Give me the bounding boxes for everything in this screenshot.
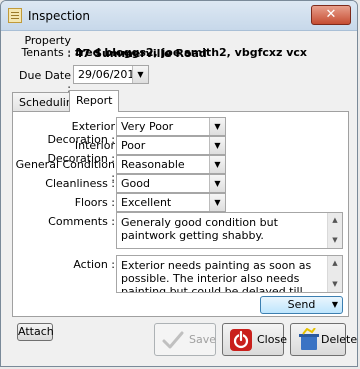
chevron-down-icon[interactable]: ▼ (209, 156, 225, 173)
window-close-button[interactable]: ✕ (311, 5, 351, 25)
action-scrollbar[interactable]: ▲ ▼ (327, 256, 342, 292)
trash-icon (299, 328, 319, 350)
action-label: Action : (73, 258, 115, 271)
attach-button[interactable]: Attach (17, 323, 54, 341)
inspection-window: Inspection ✕ Property :47 Summerville Ro… (0, 0, 358, 367)
exterior-value: Very Poor (121, 120, 174, 133)
tab-report-label: Report (76, 94, 113, 107)
tenants-value: fred bloggs2, joe smith2, vbgfcxz vcx (75, 46, 308, 59)
power-icon (230, 329, 252, 351)
title-bar[interactable]: Inspection ✕ (1, 1, 357, 31)
document-icon (8, 8, 22, 23)
cleanliness-value: Good (121, 177, 150, 190)
send-button[interactable]: Send ▼ (260, 296, 343, 314)
interior-select[interactable]: Poor ▼ (116, 136, 226, 155)
close-button[interactable]: Close (222, 323, 287, 356)
save-label: Save (189, 333, 217, 346)
window-title: Inspection (28, 9, 90, 23)
floors-label: Floors : (74, 196, 115, 209)
checkmark-icon (162, 331, 184, 349)
send-label: Send (287, 298, 316, 311)
cleanliness-select[interactable]: Good ▼ (116, 174, 226, 193)
general-select[interactable]: Reasonable ▼ (116, 155, 226, 174)
action-textarea[interactable]: Exterior needs painting as soon as possi… (116, 255, 343, 293)
comments-label: Comments : (48, 215, 115, 228)
chevron-down-icon[interactable]: ▼ (209, 175, 225, 192)
interior-value: Poor (121, 139, 146, 152)
scroll-up-icon[interactable]: ▲ (328, 214, 342, 227)
floors-value: Excellent (121, 196, 172, 209)
delete-label: Delete (321, 333, 358, 346)
attach-label: Attach (18, 325, 54, 338)
tenants-label: Tenants : (21, 46, 71, 59)
comments-textarea[interactable]: Generaly good condition but paintwork ge… (116, 212, 343, 249)
tenants-row: Tenants : fred bloggs2, joe smith2, vbgfc… (21, 46, 307, 59)
cleanliness-label: Cleanliness : (45, 177, 115, 190)
scroll-down-icon[interactable]: ▼ (328, 234, 342, 247)
dialog-body: Property :47 Summerville Road Tenants :f… (1, 32, 357, 366)
save-button[interactable]: Save (154, 323, 216, 356)
close-label: Close (257, 333, 287, 346)
action-text: Exterior needs painting as soon as possi… (121, 259, 312, 293)
tab-report[interactable]: Report (69, 90, 120, 112)
comments-scrollbar[interactable]: ▲ ▼ (327, 213, 342, 248)
scroll-down-icon[interactable]: ▼ (328, 278, 342, 291)
chevron-down-icon[interactable]: ▼ (209, 118, 225, 135)
scroll-up-icon[interactable]: ▲ (328, 257, 342, 270)
general-value: Reasonable (121, 158, 185, 171)
due-date-picker[interactable]: 29/06/2011 ▼ (73, 65, 149, 84)
chevron-down-icon[interactable]: ▼ (332, 297, 338, 313)
floors-select[interactable]: Excellent ▼ (116, 193, 226, 212)
comments-text: Generaly good condition but paintwork ge… (121, 216, 278, 242)
chevron-down-icon[interactable]: ▼ (209, 137, 225, 154)
exterior-select[interactable]: Very Poor ▼ (116, 117, 226, 136)
report-panel: Exterior Decoration : Very Poor ▼ Interi… (12, 111, 349, 317)
chevron-down-icon[interactable]: ▼ (209, 194, 225, 211)
delete-button[interactable]: Delete (290, 323, 357, 356)
chevron-down-icon[interactable]: ▼ (132, 66, 148, 83)
